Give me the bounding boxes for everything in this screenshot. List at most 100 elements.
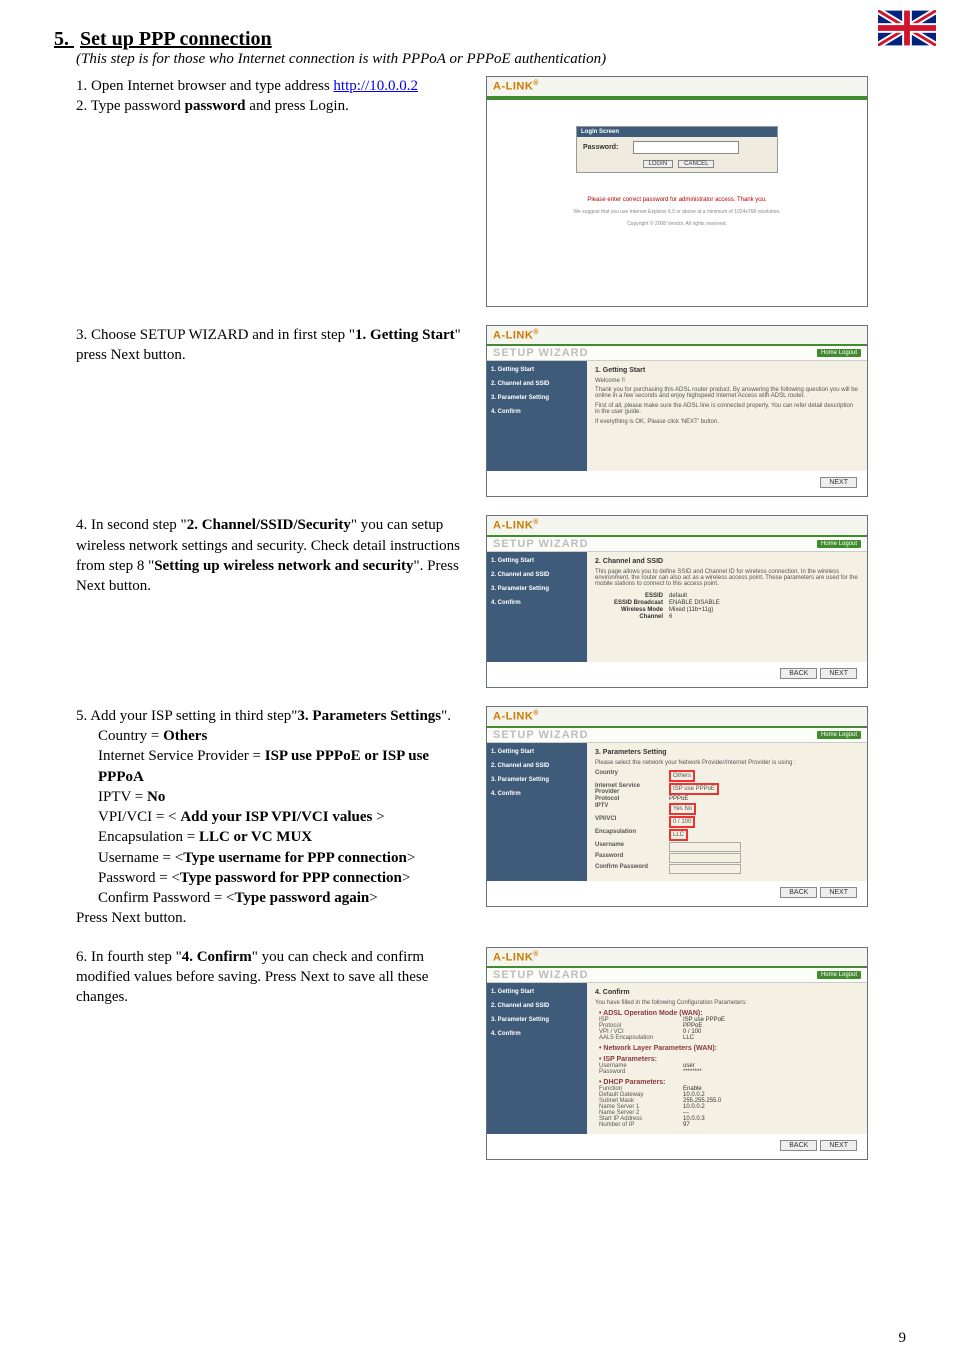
panel-title: 2. Channel and SSID xyxy=(595,558,859,565)
next-button[interactable]: NEXT xyxy=(820,477,857,488)
parameter-line: Encapsulation = LLC or VC MUX xyxy=(98,827,474,847)
step5-press-next: Press Next button. xyxy=(76,908,474,928)
channel-select[interactable]: 6 xyxy=(669,614,672,620)
sidebar-item-getting-start[interactable]: 1. Getting Start xyxy=(491,989,583,995)
sidebar-item-getting-start[interactable]: 1. Getting Start xyxy=(491,367,583,373)
next-button[interactable]: NEXT xyxy=(820,1140,857,1151)
login-header: Login Screen xyxy=(577,127,777,137)
wizard-title: SETUP WIZARD xyxy=(493,538,589,550)
screenshot-login: A-LINK Login Screen Password: LOGIN CANC… xyxy=(486,76,868,307)
brand-logo: A-LINK xyxy=(487,77,867,98)
wizard-sidebar: 1. Getting Start 2. Channel and SSID 3. … xyxy=(487,983,587,1134)
brand-logo: A-LINK xyxy=(487,707,867,728)
confirm-row: Number of IP97 xyxy=(599,1122,859,1128)
screenshot-parameters: A-LINK SETUP WIZARD Home Logout 1. Gettin… xyxy=(486,706,868,907)
sidebar-item-parameter[interactable]: 3. Parameter Setting xyxy=(491,1017,583,1023)
username-input[interactable] xyxy=(669,842,741,852)
sidebar-item-channel-ssid[interactable]: 2. Channel and SSID xyxy=(491,1003,583,1009)
vpivci-input[interactable]: 0 / 100 xyxy=(669,816,695,828)
password-input[interactable] xyxy=(669,853,741,863)
confirm-group-head: • ISP Parameters: xyxy=(599,1056,859,1063)
login-button[interactable]: LOGIN xyxy=(643,160,674,168)
brand-logo: A-LINK xyxy=(487,948,867,969)
step-number: 2. xyxy=(76,98,87,114)
sidebar-item-confirm[interactable]: 4. Confirm xyxy=(491,409,583,415)
step-number: 5. xyxy=(76,708,87,724)
step-2: 2. Type password password and press Logi… xyxy=(76,96,474,116)
isp-select[interactable]: ISP use PPPoE xyxy=(669,783,719,795)
sidebar-item-getting-start[interactable]: 1. Getting Start xyxy=(491,749,583,755)
home-logout-buttons[interactable]: Home Logout xyxy=(817,971,861,979)
confirm-group-head: • DHCP Parameters: xyxy=(599,1079,859,1086)
sidebar-item-confirm[interactable]: 4. Confirm xyxy=(491,791,583,797)
brand-logo: A-LINK xyxy=(487,326,867,347)
login-foot-2: Copyright © 2008 Vendor. All rights rese… xyxy=(627,221,727,227)
sidebar-item-parameter[interactable]: 3. Parameter Setting xyxy=(491,586,583,592)
confirm-row: AAL5 EncapsulationLLC xyxy=(599,1035,859,1041)
wizard-title: SETUP WIZARD xyxy=(493,969,589,981)
page-number: 9 xyxy=(899,1330,907,1347)
wireless-mode-select[interactable]: Mixed (11b+11g) xyxy=(669,607,713,613)
step-5: 5. Add your ISP setting in third step"3.… xyxy=(76,706,474,726)
sidebar-item-getting-start[interactable]: 1. Getting Start xyxy=(491,558,583,564)
confirm-password-input[interactable] xyxy=(669,864,741,874)
home-logout-buttons[interactable]: Home Logout xyxy=(817,349,861,357)
step-number: 6. xyxy=(76,949,87,965)
screenshot-confirm: A-LINK SETUP WIZARD Home Logout 1. Gettin… xyxy=(486,947,868,1161)
back-button[interactable]: BACK xyxy=(780,887,817,898)
sidebar-item-confirm[interactable]: 4. Confirm xyxy=(491,1031,583,1037)
home-logout-buttons[interactable]: Home Logout xyxy=(817,540,861,548)
back-button[interactable]: BACK xyxy=(780,668,817,679)
essid-value[interactable]: default xyxy=(669,593,687,599)
parameter-line: IPTV = No xyxy=(98,787,474,807)
section-title: Set up PPP connection xyxy=(80,28,272,50)
confirm-group-head: • ADSL Operation Mode (WAN): xyxy=(599,1010,859,1017)
next-button[interactable]: NEXT xyxy=(820,887,857,898)
parameter-line: Confirm Password = <Type password again> xyxy=(98,888,474,908)
screenshot-getting-start: A-LINK SETUP WIZARD Home Logout 1. Gettin… xyxy=(486,325,868,498)
broadcast-radio[interactable]: ENABLE DISABLE xyxy=(669,600,720,606)
parameter-line: Country = Others xyxy=(98,726,474,746)
section-heading: 5. Set up PPP connection xyxy=(54,28,906,51)
cancel-button[interactable]: CANCEL xyxy=(678,160,714,168)
back-button[interactable]: BACK xyxy=(780,1140,817,1151)
step-4: 4. In second step "2. Channel/SSID/Secur… xyxy=(76,515,474,596)
encapsulation-select[interactable]: LLC xyxy=(669,829,688,841)
password-input[interactable] xyxy=(633,141,739,154)
step-number: 1. xyxy=(76,78,87,94)
welcome-text: Welcome !! xyxy=(595,378,859,384)
parameter-line: Internet Service Provider = ISP use PPPo… xyxy=(98,746,474,787)
step-6: 6. In fourth step "4. Confirm" you can c… xyxy=(76,947,474,1008)
uk-flag-icon xyxy=(878,10,936,46)
wizard-sidebar: 1. Getting Start 2. Channel and SSID 3. … xyxy=(487,552,587,662)
wizard-sidebar: 1. Getting Start 2. Channel and SSID 3. … xyxy=(487,361,587,471)
step-number: 3. xyxy=(76,327,87,343)
brand-logo: A-LINK xyxy=(487,516,867,537)
router-address-link[interactable]: http://10.0.0.2 xyxy=(333,78,418,94)
sidebar-item-parameter[interactable]: 3. Parameter Setting xyxy=(491,777,583,783)
parameter-line: Username = <Type username for PPP connec… xyxy=(98,848,474,868)
confirm-row: Password******** xyxy=(599,1069,859,1075)
parameter-line: VPI/VCI = < Add your ISP VPI/VCI values … xyxy=(98,807,474,827)
sidebar-item-channel-ssid[interactable]: 2. Channel and SSID xyxy=(491,381,583,387)
wizard-title: SETUP WIZARD xyxy=(493,729,589,741)
protocol-value: PPPoE xyxy=(669,796,688,802)
sidebar-item-confirm[interactable]: 4. Confirm xyxy=(491,600,583,606)
sidebar-item-parameter[interactable]: 3. Parameter Setting xyxy=(491,395,583,401)
sidebar-item-channel-ssid[interactable]: 2. Channel and SSID xyxy=(491,763,583,769)
section-subtitle: (This step is for those who Internet con… xyxy=(76,51,906,68)
wizard-sidebar: 1. Getting Start 2. Channel and SSID 3. … xyxy=(487,743,587,881)
iptv-radio[interactable]: Yes No xyxy=(669,803,696,815)
login-error-text: Please enter correct password for admini… xyxy=(587,197,766,203)
step-3: 3. Choose SETUP WIZARD and in first step… xyxy=(76,325,474,366)
wizard-title: SETUP WIZARD xyxy=(493,347,589,359)
next-button[interactable]: NEXT xyxy=(820,668,857,679)
login-foot-1: We suggest that you use Internet Explore… xyxy=(573,209,780,215)
login-box: Login Screen Password: LOGIN CANCEL xyxy=(576,126,778,173)
parameter-line: Password = <Type password for PPP connec… xyxy=(98,868,474,888)
screenshot-channel-ssid: A-LINK SETUP WIZARD Home Logout 1. Gettin… xyxy=(486,515,868,688)
country-select[interactable]: Others xyxy=(669,770,695,782)
sidebar-item-channel-ssid[interactable]: 2. Channel and SSID xyxy=(491,572,583,578)
step-number: 4. xyxy=(76,517,87,533)
home-logout-buttons[interactable]: Home Logout xyxy=(817,731,861,739)
